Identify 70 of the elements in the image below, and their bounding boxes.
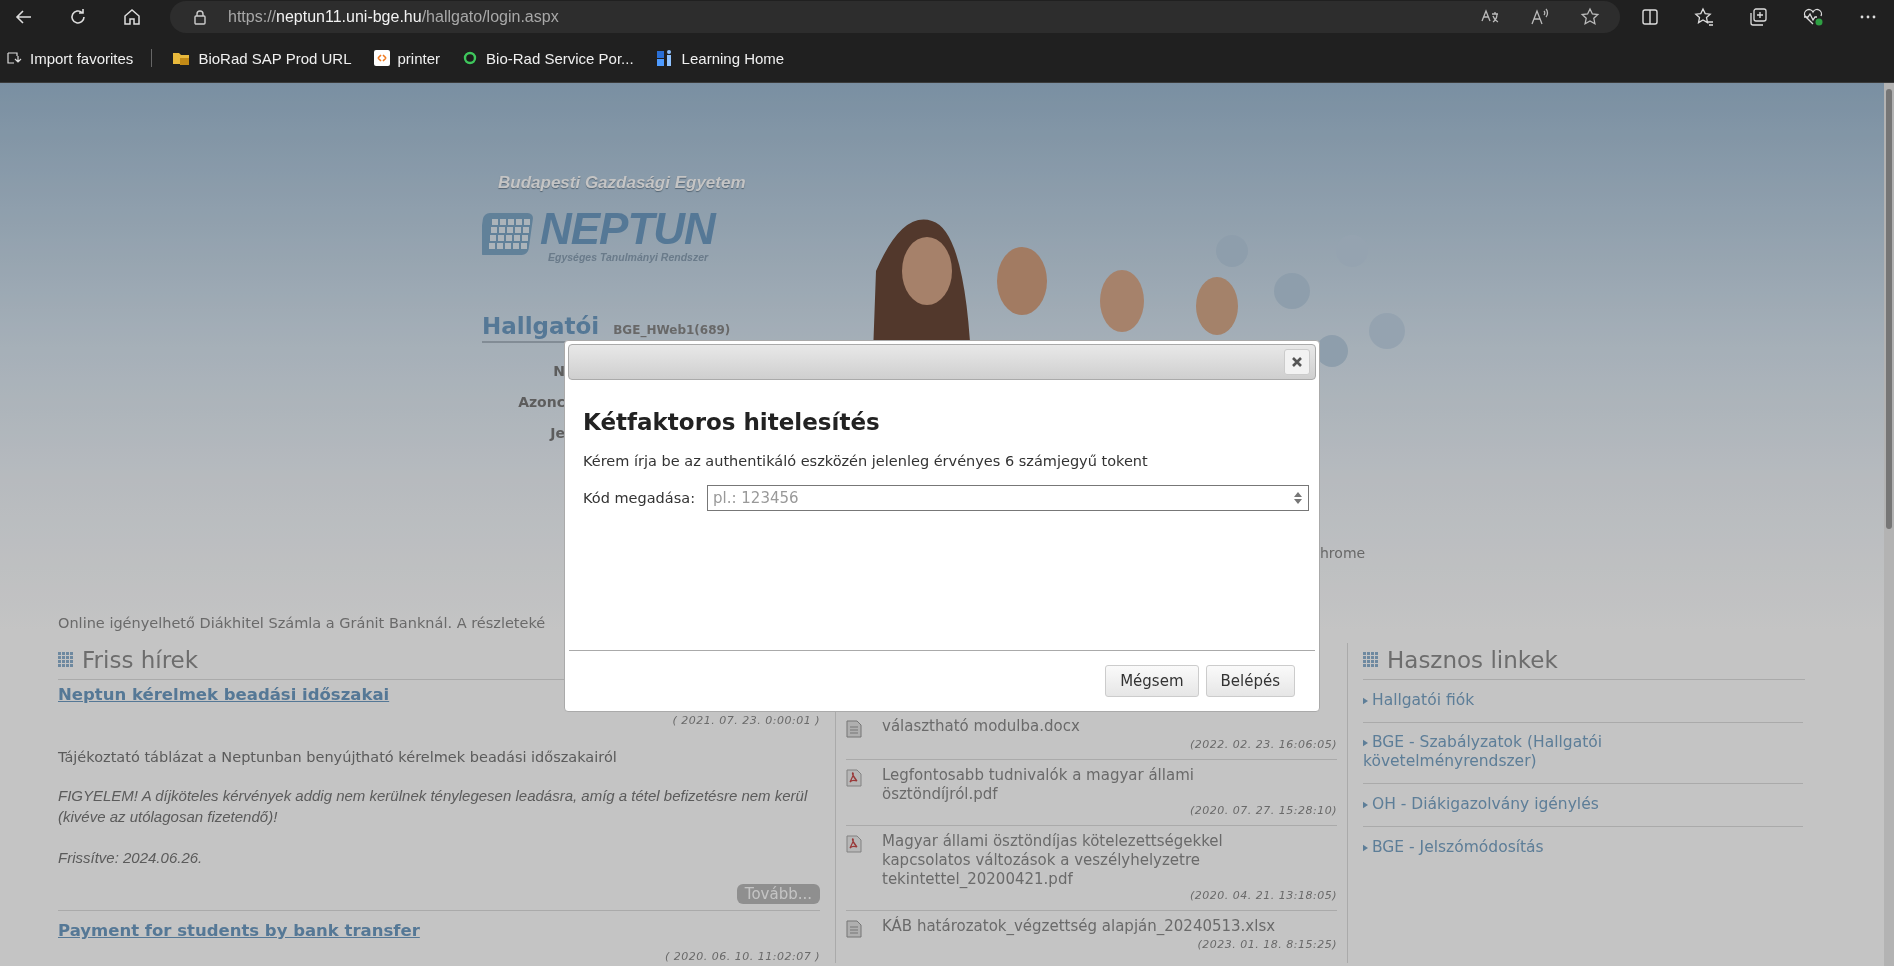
folder-icon bbox=[172, 50, 191, 66]
close-icon bbox=[1291, 356, 1303, 368]
document-link[interactable]: választható modulba.docx bbox=[882, 717, 1307, 736]
collections-icon[interactable] bbox=[1748, 7, 1768, 27]
pdf-file-icon bbox=[846, 835, 862, 853]
university-name: Budapesti Gazdasági Egyetem bbox=[497, 173, 747, 193]
document-date: (2020. 07. 27. 15:28:10) bbox=[1189, 804, 1337, 817]
grid-icon bbox=[1363, 652, 1379, 668]
document-link[interactable]: KÁB határozatok_végzettség alapján_20240513.xlsx bbox=[882, 917, 1307, 936]
document-date: (2022. 02. 23. 16:06:05) bbox=[1189, 738, 1337, 751]
pdf-file-icon bbox=[846, 769, 862, 787]
bookmark[interactable]: BioRad SAP Prod URL bbox=[172, 49, 352, 67]
news-title-link[interactable]: Neptun kérelmek beadási időszakai bbox=[58, 685, 390, 704]
server-name: BGE_HWeb1(689) bbox=[613, 323, 731, 337]
bookmark[interactable]: Bio-Rad Service Por... bbox=[462, 49, 634, 67]
useful-link[interactable]: BGE - Jelszómódosítás bbox=[1363, 838, 1544, 857]
close-button[interactable] bbox=[1284, 349, 1310, 375]
logo-title: NEPTUN bbox=[540, 207, 715, 251]
document-date: (2020. 04. 21. 13:18:05) bbox=[1189, 889, 1337, 902]
triangle-icon bbox=[1363, 844, 1368, 852]
triangle-icon bbox=[1363, 801, 1368, 809]
health-icon[interactable] bbox=[1802, 7, 1824, 27]
grid-icon bbox=[58, 652, 74, 668]
section-heading: Hasznos linkek bbox=[1387, 647, 1558, 673]
dialog-message: Kérem írja be az authentikáló eszközén jelenleg érvényes 6 számjegyű tokent bbox=[583, 453, 1149, 469]
news-paragraph: FIGYELEM! A díjköteles kérvények addig nem kerülnek ténylegesen leadásra, amíg a tétel befizetésre nem kerül (kivéve az utólagosan fizetendő)! bbox=[58, 786, 809, 827]
bookmark[interactable]: Import favorites bbox=[6, 49, 134, 67]
section-heading: Friss hírek bbox=[82, 647, 199, 673]
useful-link[interactable]: BGE - Szabályzatok (Hallgatói követelményrendszer) bbox=[1363, 733, 1763, 771]
useful-link[interactable]: OH - Diákigazolvány igénylés bbox=[1363, 795, 1599, 814]
file-icon bbox=[846, 720, 862, 738]
login-label: Azonc bbox=[517, 394, 565, 412]
dialog-title: Kétfaktoros hitelesítés bbox=[583, 409, 881, 435]
news-paragraph: Tájékoztató táblázat a Neptunban benyújtható kérelmek beadási időszakairól bbox=[58, 749, 618, 765]
triangle-icon bbox=[1363, 739, 1368, 747]
address-field[interactable]: https://neptun11.uni-bge.hu/hallgato/login.aspx bbox=[170, 1, 1620, 33]
lock-icon bbox=[192, 9, 208, 25]
bookmark[interactable]: printer bbox=[373, 49, 441, 67]
code-input[interactable]: pl.: 123456 bbox=[707, 485, 1309, 511]
refresh-icon[interactable] bbox=[68, 7, 88, 27]
document-link[interactable]: Legfontosabb tudnivalók a magyar állami ösztöndíjról.pdf bbox=[882, 766, 1307, 804]
read-aloud-icon[interactable] bbox=[1530, 7, 1550, 27]
home-icon[interactable] bbox=[122, 7, 142, 27]
triangle-icon bbox=[1363, 697, 1368, 705]
field-label: Kód megadása: bbox=[583, 490, 696, 506]
document-date: (2023. 01. 18. 8:15:25) bbox=[1196, 938, 1337, 951]
news-paragraph: Frissítve: 2024.06.26. bbox=[58, 848, 204, 868]
import-icon bbox=[6, 50, 22, 66]
file-icon bbox=[846, 920, 862, 938]
section-title: Hallgatói bbox=[482, 313, 600, 339]
login-label: Je bbox=[548, 425, 565, 443]
document-link[interactable]: Magyar állami ösztöndíjas kötelezettségekkel kapcsolatos változások a veszélyhelyzetre tekintettel_20200421.pdf bbox=[882, 832, 1307, 889]
spinner-arrows-icon[interactable] bbox=[1293, 490, 1303, 506]
notice-text: Online igényelhető Diákhitel Számla a Gránit Banknál. A részleteké bbox=[57, 615, 547, 631]
favorites-icon[interactable] bbox=[1694, 7, 1714, 27]
useful-link[interactable]: Hallgatói fiók bbox=[1363, 691, 1475, 710]
browser-note: hrome bbox=[1320, 545, 1367, 561]
news-date: ( 2021. 07. 23. 0:00:01 ) bbox=[671, 714, 820, 727]
login-label: N bbox=[552, 363, 565, 381]
scrollbar[interactable] bbox=[1884, 83, 1894, 966]
star-icon[interactable] bbox=[1580, 7, 1600, 27]
news-date: ( 2020. 06. 10. 11:02:07 ) bbox=[664, 950, 820, 963]
news-title-link[interactable]: Payment for students by bank transfer bbox=[58, 921, 420, 940]
site-icon bbox=[655, 49, 674, 67]
dialog-button[interactable]: Belépés bbox=[1205, 665, 1295, 697]
bookmark[interactable]: Learning Home bbox=[655, 49, 785, 67]
split-screen-icon[interactable] bbox=[1640, 7, 1660, 27]
site-icon bbox=[373, 50, 390, 66]
ring-icon bbox=[462, 50, 479, 66]
dialog-button[interactable]: Mégsem bbox=[1105, 665, 1199, 697]
